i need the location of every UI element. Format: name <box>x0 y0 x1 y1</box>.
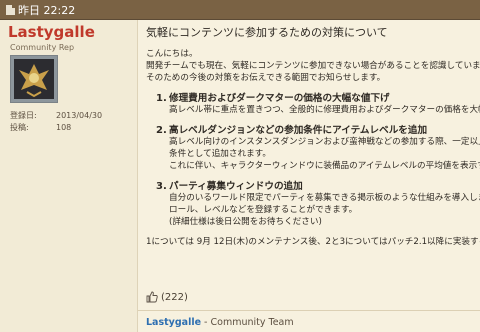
author-username[interactable]: Lastygalle <box>8 23 95 41</box>
post-signature: Lastygalle - Community Team <box>146 317 294 328</box>
author-posts: 投稿: 108 <box>10 122 71 133</box>
post-intro-line-1: 開発チームでも現在、気軽にコンテンツに参加できない場合があることを認識しています… <box>146 61 480 71</box>
like-count: (222) <box>161 291 188 303</box>
list-item-heading: 高レベルダンジョンなどの参加条件にアイテムレベルを追加 <box>169 125 428 136</box>
post-closing: 1については 9月 12日(木)のメンテナンス後、2と3についてはパッチ2.1以… <box>146 237 480 247</box>
list-item-text: (詳細仕様は後日公開をお待ちください) <box>169 217 322 227</box>
list-item-heading: パーティ募集ウィンドウの追加 <box>169 181 303 192</box>
list-item-number: 1. <box>156 93 167 104</box>
post-body: 気軽にコンテンツに参加するための対策について こんにちは。 開発チームでも現在、… <box>138 20 480 332</box>
posts-label: 投稿: <box>10 123 29 132</box>
document-icon <box>6 4 15 15</box>
post-panel: Lastygalle Community Rep 登録日: 2013/04/30 … <box>0 20 480 332</box>
list-item-text: 高レベル帯に重点を置きつつ、全般的に修理費用およびダークマターの価格を大幅に下 <box>169 105 480 115</box>
author-registered: 登録日: 2013/04/30 <box>10 110 102 121</box>
registered-label: 登録日: <box>10 111 37 120</box>
posts-value: 108 <box>56 123 72 132</box>
signature-team: - Community Team <box>201 317 294 328</box>
list-item-text: 高レベル向けのインスタンスダンジョンおよび蛮神戦などの参加する際、一定以上のアイ <box>169 137 480 147</box>
avatar[interactable] <box>10 55 58 103</box>
author-rank: Community Rep <box>10 43 75 52</box>
signature-divider <box>138 310 480 311</box>
author-sidebar: Lastygalle Community Rep 登録日: 2013/04/30 … <box>0 20 138 332</box>
signature-name-link[interactable]: Lastygalle <box>146 317 201 328</box>
post-greeting: こんにちは。 <box>146 49 198 59</box>
like-button[interactable]: (222) <box>146 291 188 303</box>
list-item-text: 自分のいるワールド限定でパーティを募集できる掲示板のような仕組みを導入します。募 <box>169 193 480 203</box>
list-item-heading: 修理費用およびダークマターの価格の大幅な値下げ <box>169 93 390 104</box>
list-item-text: ロール、レベルなどを登録することができます。 <box>169 205 358 215</box>
post-intro-line-2: そのための今後の対策をお伝えできる範囲でお知らせします。 <box>146 73 386 83</box>
avatar-emblem-icon <box>11 56 57 102</box>
list-item-number: 3. <box>156 181 167 192</box>
post-timestamp: 昨日 22:22 <box>18 3 76 17</box>
registered-value: 2013/04/30 <box>56 111 103 120</box>
list-item-number: 2. <box>156 125 167 136</box>
list-item-text: 条件として追加されます。 <box>169 149 272 159</box>
post-header-bar: 昨日 22:22 <box>0 0 480 20</box>
list-item-text: これに伴い、キャラクターウィンドウに装備品のアイテムレベルの平均値を表示する仕組 <box>169 161 480 171</box>
post-title: 気軽にコンテンツに参加するための対策について <box>146 26 388 39</box>
thumbs-up-icon <box>146 291 158 303</box>
